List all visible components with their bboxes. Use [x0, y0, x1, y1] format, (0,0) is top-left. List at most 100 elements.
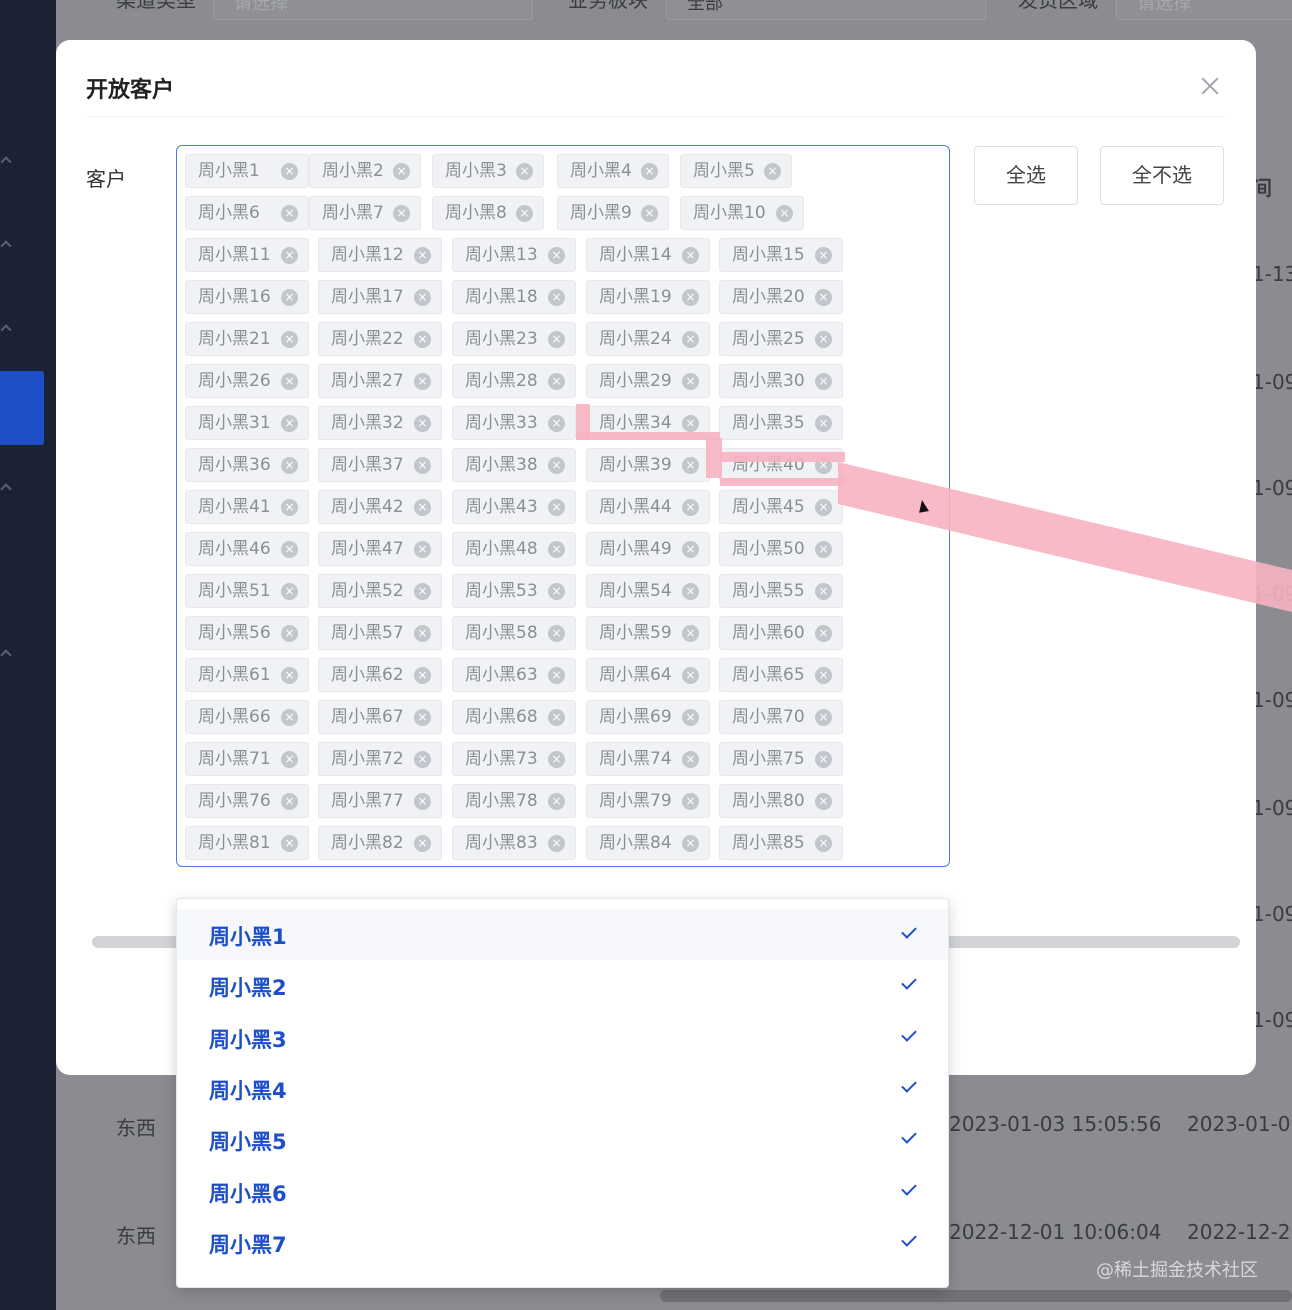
tag-close-icon[interactable]: ×	[776, 205, 793, 222]
tag-close-icon[interactable]: ×	[414, 667, 431, 684]
tag-close-icon[interactable]: ×	[548, 289, 565, 306]
tag-close-icon[interactable]: ×	[682, 583, 699, 600]
tag-close-icon[interactable]: ×	[548, 373, 565, 390]
tag-close-icon[interactable]: ×	[815, 541, 832, 558]
tag-close-icon[interactable]: ×	[281, 499, 298, 516]
tag-close-icon[interactable]: ×	[548, 583, 565, 600]
select-all-button[interactable]: 全选	[974, 146, 1078, 205]
tag-close-icon[interactable]: ×	[682, 331, 699, 348]
tag-close-icon[interactable]: ×	[548, 247, 565, 264]
table-scrollbar[interactable]	[660, 1290, 1292, 1302]
filter-select-region[interactable]: 请选择	[1116, 0, 1292, 20]
tag-close-icon[interactable]: ×	[682, 289, 699, 306]
tag-close-icon[interactable]: ×	[548, 835, 565, 852]
tag-close-icon[interactable]: ×	[682, 625, 699, 642]
tag-close-icon[interactable]: ×	[548, 541, 565, 558]
customer-multi-select[interactable]: 周小黑1 × 周小黑2 × 周小黑3 × 周小黑4 × 周小黑5 × 周小黑6 × 周小黑7 × 周小黑8 ×…	[176, 145, 950, 867]
tag-close-icon[interactable]: ×	[414, 583, 431, 600]
tag-close-icon[interactable]: ×	[414, 457, 431, 474]
tag-close-icon[interactable]: ×	[548, 667, 565, 684]
dropdown-option[interactable]: 周小黑6	[177, 1166, 948, 1217]
select-none-button[interactable]: 全不选	[1100, 146, 1224, 205]
dropdown-option[interactable]: 周小黑4	[177, 1063, 948, 1114]
tag-close-icon[interactable]: ×	[393, 163, 410, 180]
tag-close-icon[interactable]: ×	[548, 793, 565, 810]
tag-close-icon[interactable]: ×	[815, 415, 832, 432]
close-icon[interactable]	[1198, 74, 1222, 98]
tag-close-icon[interactable]: ×	[281, 583, 298, 600]
tag-close-icon[interactable]: ×	[815, 499, 832, 516]
dropdown-option[interactable]: 周小黑7	[177, 1217, 948, 1268]
tag-close-icon[interactable]: ×	[641, 205, 658, 222]
tag-close-icon[interactable]: ×	[641, 163, 658, 180]
tag-close-icon[interactable]: ×	[414, 793, 431, 810]
tag-close-icon[interactable]: ×	[414, 415, 431, 432]
tag-close-icon[interactable]: ×	[516, 163, 533, 180]
dropdown-option[interactable]: 周小黑2	[177, 960, 948, 1011]
tag-close-icon[interactable]: ×	[815, 751, 832, 768]
tag-close-icon[interactable]: ×	[682, 751, 699, 768]
tag-close-icon[interactable]: ×	[414, 331, 431, 348]
tag-close-icon[interactable]: ×	[548, 709, 565, 726]
tag-close-icon[interactable]: ×	[281, 625, 298, 642]
tag-close-icon[interactable]: ×	[414, 835, 431, 852]
tag-close-icon[interactable]: ×	[414, 247, 431, 264]
tag-close-icon[interactable]: ×	[281, 541, 298, 558]
tag-close-icon[interactable]: ×	[414, 289, 431, 306]
dropdown-option[interactable]: 周小黑3	[177, 1012, 948, 1063]
tag-close-icon[interactable]: ×	[682, 415, 699, 432]
sidebar-chevron-icon[interactable]	[0, 483, 12, 495]
tag-close-icon[interactable]: ×	[682, 499, 699, 516]
tag-close-icon[interactable]: ×	[548, 331, 565, 348]
tag-close-icon[interactable]: ×	[682, 793, 699, 810]
tag-close-icon[interactable]: ×	[281, 373, 298, 390]
tag-close-icon[interactable]: ×	[815, 247, 832, 264]
tag-close-icon[interactable]: ×	[281, 667, 298, 684]
tag-close-icon[interactable]: ×	[548, 625, 565, 642]
tag-close-icon[interactable]: ×	[815, 709, 832, 726]
tag-close-icon[interactable]: ×	[516, 205, 533, 222]
tag-close-icon[interactable]: ×	[548, 499, 565, 516]
sidebar-chevron-icon[interactable]	[0, 324, 12, 336]
tag-close-icon[interactable]: ×	[281, 163, 298, 180]
dropdown-option[interactable]: 周小黑5	[177, 1114, 948, 1165]
tag-close-icon[interactable]: ×	[548, 415, 565, 432]
sidebar-chevron-icon[interactable]	[0, 649, 12, 661]
tag-close-icon[interactable]: ×	[682, 541, 699, 558]
tag-close-icon[interactable]: ×	[815, 457, 832, 474]
sidebar-item-active[interactable]	[0, 371, 44, 445]
tag-close-icon[interactable]: ×	[815, 289, 832, 306]
tag-close-icon[interactable]: ×	[414, 499, 431, 516]
tag-close-icon[interactable]: ×	[815, 625, 832, 642]
tag-close-icon[interactable]: ×	[815, 793, 832, 810]
filter-select-business[interactable]: 全部	[666, 0, 986, 20]
tag-close-icon[interactable]: ×	[281, 835, 298, 852]
tag-close-icon[interactable]: ×	[281, 331, 298, 348]
tag-close-icon[interactable]: ×	[682, 457, 699, 474]
tag-close-icon[interactable]: ×	[281, 709, 298, 726]
tag-close-icon[interactable]: ×	[815, 331, 832, 348]
tag-close-icon[interactable]: ×	[682, 835, 699, 852]
tag-close-icon[interactable]: ×	[281, 289, 298, 306]
sidebar-chevron-icon[interactable]	[0, 240, 12, 252]
tag-close-icon[interactable]: ×	[682, 667, 699, 684]
tag-close-icon[interactable]: ×	[682, 373, 699, 390]
tag-close-icon[interactable]: ×	[414, 625, 431, 642]
tag-close-icon[interactable]: ×	[548, 457, 565, 474]
tag-close-icon[interactable]: ×	[815, 583, 832, 600]
filter-select-channel[interactable]: 请选择	[213, 0, 533, 20]
tag-close-icon[interactable]: ×	[815, 835, 832, 852]
tag-close-icon[interactable]: ×	[548, 751, 565, 768]
tag-close-icon[interactable]: ×	[815, 373, 832, 390]
tag-close-icon[interactable]: ×	[281, 793, 298, 810]
tag-close-icon[interactable]: ×	[682, 709, 699, 726]
tag-close-icon[interactable]: ×	[281, 247, 298, 264]
tag-close-icon[interactable]: ×	[764, 163, 781, 180]
tag-close-icon[interactable]: ×	[281, 751, 298, 768]
tag-close-icon[interactable]: ×	[281, 457, 298, 474]
tag-close-icon[interactable]: ×	[414, 541, 431, 558]
tag-close-icon[interactable]: ×	[281, 205, 298, 222]
sidebar-chevron-icon[interactable]	[0, 156, 12, 168]
tag-close-icon[interactable]: ×	[682, 247, 699, 264]
tag-close-icon[interactable]: ×	[414, 751, 431, 768]
